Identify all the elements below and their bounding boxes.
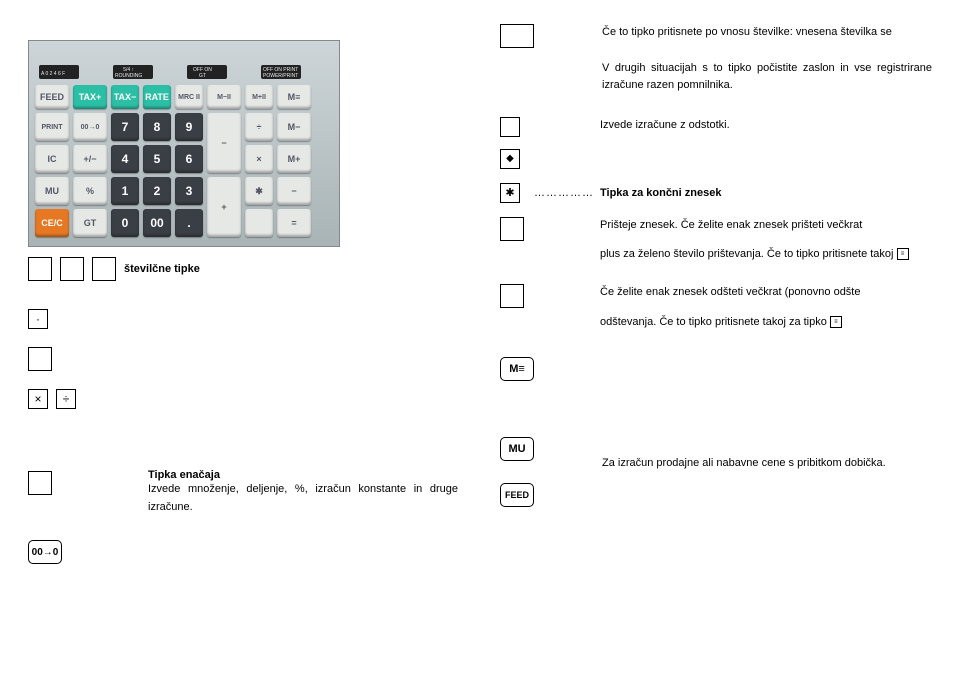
minus-desc-2-text: odštevanja. Če to tipko pritisnete takoj… bbox=[600, 316, 827, 328]
cce-desc-2: V drugih situacijah s to tipko počistite… bbox=[602, 60, 932, 95]
mu-desc: Za izračun prodajne ali nabavne cene s p… bbox=[602, 455, 932, 473]
key-5: 5 bbox=[143, 145, 171, 173]
key-m-eq: M≡ bbox=[277, 85, 311, 109]
minus-key-icon bbox=[500, 284, 524, 308]
key-print: PRINT bbox=[35, 113, 69, 141]
equals-key-icon bbox=[28, 471, 52, 495]
placeholder-key-2 bbox=[60, 257, 84, 281]
diamond-key-icon: ◆ bbox=[500, 149, 520, 169]
slider-label-1: A 0 2 4 6 F bbox=[41, 71, 65, 77]
key-4: 4 bbox=[111, 145, 139, 173]
key-m-minus-ii: M−II bbox=[207, 85, 241, 109]
key-00-0: 00→0 bbox=[73, 113, 107, 141]
key-7: 7 bbox=[111, 113, 139, 141]
mrc-key-icon: M≡ bbox=[500, 357, 534, 381]
equals-desc: Izvede množenje, deljenje, %, izračun ko… bbox=[148, 481, 458, 516]
key-gt: GT bbox=[73, 209, 107, 237]
key-m-plus-ii: M+II bbox=[245, 85, 273, 109]
key-00: 00 bbox=[143, 209, 171, 237]
plus-desc-2: plus za želeno število prištevanja. Če t… bbox=[600, 246, 930, 264]
key-plus: + bbox=[207, 177, 241, 237]
right-column: Če to tipko pritisnete po vnosu številke… bbox=[500, 0, 935, 507]
minus-desc-1: Če želite enak znesek odšteti večkrat (p… bbox=[600, 284, 930, 302]
key-eq-small bbox=[245, 209, 273, 237]
slider-label-2: 5/4 ↑ ROUNDING bbox=[115, 67, 142, 79]
key-8: 8 bbox=[143, 113, 171, 141]
calculator-photo: A 0 2 4 6 F 5/4 ↑ ROUNDING OFF ON GT OFF… bbox=[28, 40, 340, 247]
equals-label: Tipka enačaja bbox=[148, 469, 458, 481]
star-key-icon: ✱ bbox=[500, 183, 520, 203]
key-mult: × bbox=[245, 145, 273, 173]
plus-desc-1: Prišteje znesek. Če želite enak znesek p… bbox=[600, 217, 930, 235]
key-percent: % bbox=[73, 177, 107, 205]
tiny-equals-icon-2: ≡ bbox=[830, 316, 842, 328]
mu-key-icon: MU bbox=[500, 437, 534, 461]
multiply-key-icon: × bbox=[28, 389, 48, 409]
percent-desc: Izvede izračune z odstotki. bbox=[600, 117, 930, 135]
key-1: 1 bbox=[111, 177, 139, 205]
key-9: 9 bbox=[175, 113, 203, 141]
slider-label-3: OFF ON GT bbox=[193, 67, 212, 79]
divide-key-icon: ÷ bbox=[56, 389, 76, 409]
dots: …………… bbox=[534, 187, 594, 199]
dot-key-icon: · bbox=[28, 309, 48, 329]
key-minus: − bbox=[207, 113, 241, 173]
key-rate: RATE bbox=[143, 85, 171, 109]
key-cec: CE/C bbox=[35, 209, 69, 237]
percent-key-icon bbox=[500, 117, 520, 137]
feed-key-icon: FEED bbox=[500, 483, 534, 507]
key-mu: MU bbox=[35, 177, 69, 205]
left-column: A 0 2 4 6 F 5/4 ↑ ROUNDING OFF ON GT OFF… bbox=[28, 40, 473, 564]
zero-shift-key-icon: 00→0 bbox=[28, 540, 62, 564]
key-feed: FEED bbox=[35, 85, 69, 109]
numeric-keys-label: številčne tipke bbox=[124, 263, 200, 275]
key-6: 6 bbox=[175, 145, 203, 173]
key-m-plus: M+ bbox=[277, 145, 311, 173]
key-0: 0 bbox=[111, 209, 139, 237]
star-label: Tipka za končni znesek bbox=[600, 187, 721, 199]
cce-key-icon bbox=[500, 24, 534, 48]
minus-desc-2: odštevanja. Če to tipko pritisnete takoj… bbox=[600, 314, 930, 332]
key-2: 2 bbox=[143, 177, 171, 205]
key-eq: = bbox=[277, 209, 311, 237]
key-tax-minus: TAX− bbox=[111, 85, 139, 109]
tiny-equals-icon: ≡ bbox=[897, 248, 909, 260]
key-minus2: − bbox=[277, 177, 311, 205]
plus-desc-2-text: plus za želeno število prištevanja. Če t… bbox=[600, 248, 894, 260]
cce-desc-1: Če to tipko pritisnete po vnosu številke… bbox=[602, 24, 932, 42]
plus-key-icon bbox=[500, 217, 524, 241]
key-m-minus: M− bbox=[277, 113, 311, 141]
key-3: 3 bbox=[175, 177, 203, 205]
placeholder-key-1 bbox=[28, 257, 52, 281]
key-plus-minus: +/− bbox=[73, 145, 107, 173]
key-star: ✱ bbox=[245, 177, 273, 205]
key-dot: . bbox=[175, 209, 203, 237]
placeholder-key-3 bbox=[92, 257, 116, 281]
key-tax-plus: TAX+ bbox=[73, 85, 107, 109]
key-divide: ÷ bbox=[245, 113, 273, 141]
slider-label-4: OFF ON PRINT POWER/PRINT bbox=[263, 67, 298, 79]
key-ic: IC bbox=[35, 145, 69, 173]
key-mrc: MRC II bbox=[175, 85, 203, 109]
placeholder-key-4 bbox=[28, 347, 52, 371]
